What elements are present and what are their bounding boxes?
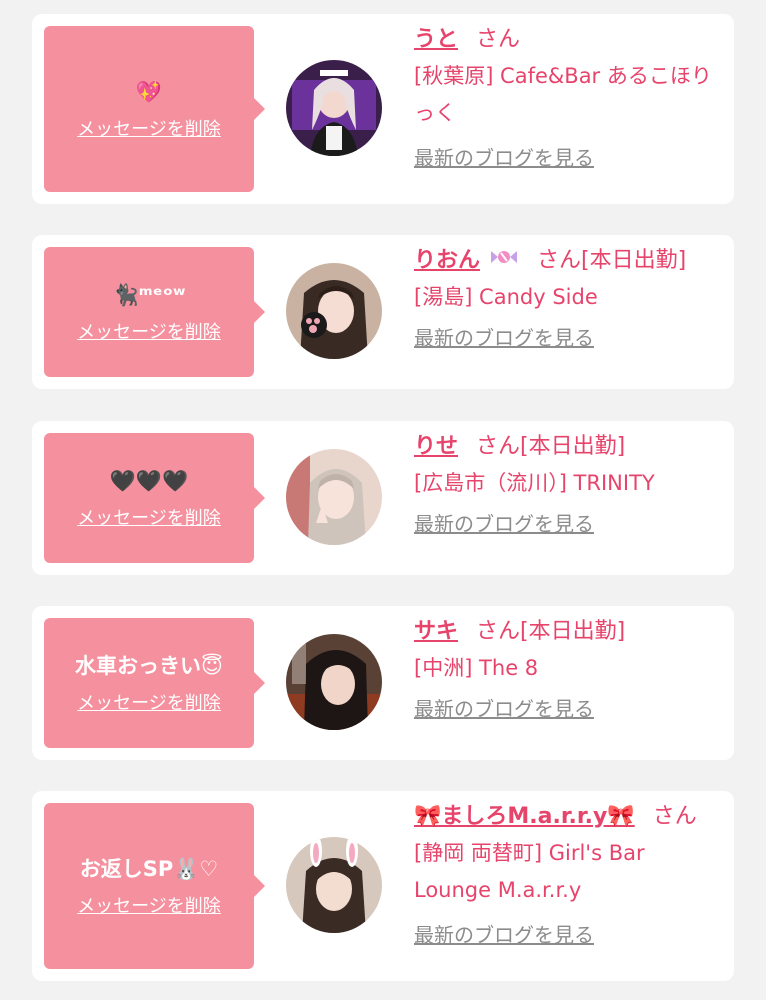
avatar[interactable]: [286, 60, 382, 156]
message-card: 水車おっきい😇 メッセージを削除 サキ さん[本日出勤] [中洲] The 8 最…: [32, 606, 734, 760]
shop-name: [湯島] Candy Side: [414, 285, 598, 309]
message-text: 🐈‍⬛ᵐᵉᵒʷ: [112, 283, 186, 307]
delete-message-link[interactable]: メッセージを削除: [77, 115, 221, 141]
cast-name-link[interactable]: サキ: [414, 619, 458, 644]
delete-message-link[interactable]: メッセージを削除: [77, 689, 221, 715]
status-badge: [本日出勤]: [520, 619, 626, 644]
san-label: さん: [476, 434, 521, 459]
message-card: お返しSP🐰♡ メッセージを削除 🎀ましろM.a.r.r.y🎀 さん [静岡 両替…: [32, 791, 734, 981]
cast-name-link[interactable]: 🎀ましろM.a.r.r.y🎀: [414, 804, 635, 829]
shop-name: [秋葉原] Cafe&Bar あるこほりっく: [414, 64, 712, 125]
delete-message-link[interactable]: メッセージを削除: [77, 318, 221, 344]
message-text: 💖: [135, 80, 163, 104]
san-label: さん: [652, 804, 697, 829]
avatar[interactable]: [286, 837, 382, 933]
cast-info: りおん さん[本日出勤] [湯島] Candy Side 最新のブログを見る: [414, 243, 724, 351]
latest-blog-link[interactable]: 最新のブログを見る: [414, 142, 594, 171]
message-card: 💖 メッセージを削除 うと さん [秋葉原] Cafe&Bar あるこほりっく 最…: [32, 14, 734, 204]
message-bubble: お返しSP🐰♡ メッセージを削除: [44, 803, 265, 969]
cast-name-line: 🎀ましろM.a.r.r.y🎀 さん: [414, 799, 724, 835]
latest-blog-link[interactable]: 最新のブログを見る: [414, 919, 594, 948]
message-text: 水車おっきい😇: [75, 654, 223, 678]
cast-name-line: サキ さん[本日出勤]: [414, 614, 724, 650]
message-card: 🐈‍⬛ᵐᵉᵒʷ メッセージを削除 りおん さん[本日出勤] [: [32, 235, 734, 389]
cast-name-link[interactable]: りおん: [414, 248, 480, 273]
message-list: 💖 メッセージを削除 うと さん [秋葉原] Cafe&Bar あるこほりっく 最…: [0, 0, 766, 1000]
message-bubble: 🖤🖤🖤 メッセージを削除: [44, 433, 265, 563]
message-bubble: 💖 メッセージを削除: [44, 26, 265, 192]
cast-name-line: りせ さん[本日出勤]: [414, 429, 724, 465]
shop-name: [静岡 両替町] Girl's Bar Lounge M.a.r.r.y: [414, 841, 645, 902]
delete-message-link[interactable]: メッセージを削除: [77, 892, 221, 918]
san-label: さん: [476, 619, 521, 644]
shop-name: [中洲] The 8: [414, 656, 539, 680]
cast-name-line: りおん さん[本日出勤]: [414, 243, 724, 279]
cast-name-link[interactable]: うと: [414, 27, 458, 52]
status-badge: [本日出勤]: [581, 248, 687, 273]
message-card: 🖤🖤🖤 メッセージを削除 りせ さん[本日出勤] [広島市（流川）] TRINIT…: [32, 421, 734, 575]
avatar[interactable]: [286, 449, 382, 545]
message-bubble: 水車おっきい😇 メッセージを削除: [44, 618, 265, 748]
message-bubble: 🐈‍⬛ᵐᵉᵒʷ メッセージを削除: [44, 247, 265, 377]
delete-message-link[interactable]: メッセージを削除: [77, 504, 221, 530]
latest-blog-link[interactable]: 最新のブログを見る: [414, 322, 594, 351]
latest-blog-link[interactable]: 最新のブログを見る: [414, 508, 594, 537]
shop-name: [広島市（流川）] TRINITY: [414, 471, 655, 495]
avatar[interactable]: [286, 263, 382, 359]
message-text: お返しSP🐰♡: [79, 857, 219, 881]
cast-name-link[interactable]: りせ: [414, 434, 458, 459]
cast-info: うと さん [秋葉原] Cafe&Bar あるこほりっく 最新のブログを見る: [414, 22, 724, 171]
cast-info: 🎀ましろM.a.r.r.y🎀 さん [静岡 両替町] Girl's Bar Lou…: [414, 799, 724, 948]
status-badge: [本日出勤]: [520, 434, 626, 459]
cast-info: サキ さん[本日出勤] [中洲] The 8 最新のブログを見る: [414, 614, 724, 722]
message-text: 🖤🖤🖤: [109, 469, 189, 493]
avatar[interactable]: [286, 634, 382, 730]
san-label: さん: [476, 27, 521, 52]
san-label: さん: [537, 248, 582, 273]
cast-name-line: うと さん: [414, 22, 724, 58]
candy-icon: [489, 243, 519, 279]
latest-blog-link[interactable]: 最新のブログを見る: [414, 693, 594, 722]
cast-info: りせ さん[本日出勤] [広島市（流川）] TRINITY 最新のブログを見る: [414, 429, 724, 537]
